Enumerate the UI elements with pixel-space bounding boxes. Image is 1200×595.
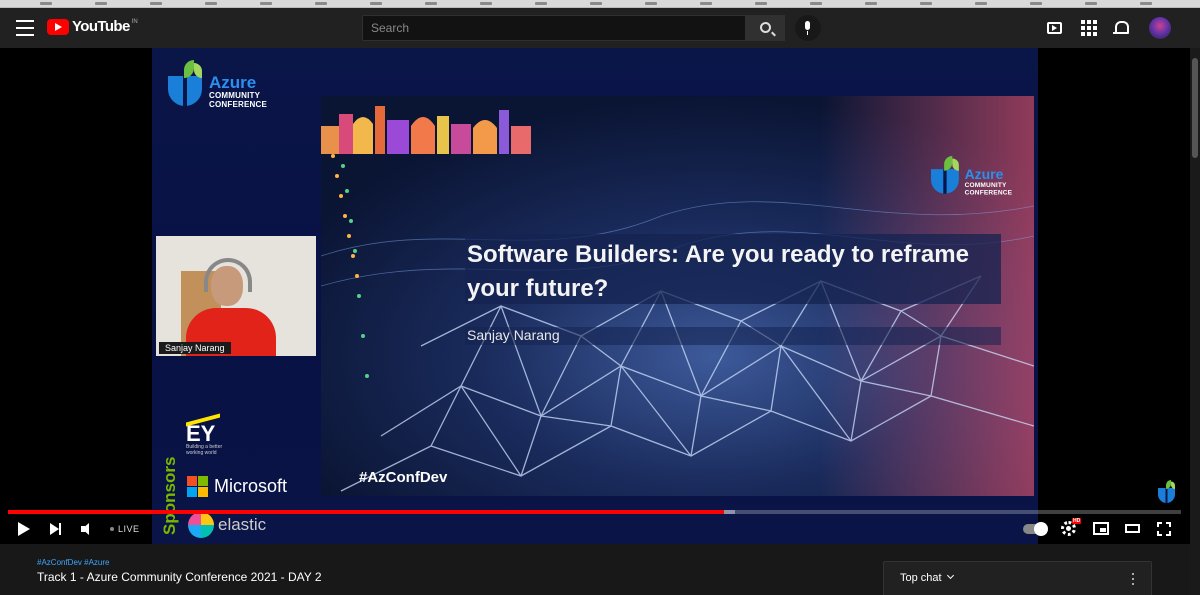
slide-hashtag: #AzConfDev <box>359 469 448 486</box>
speaker-camera: Sanjay Narang <box>156 236 316 356</box>
top-chat-dropdown[interactable]: Top chat <box>900 571 954 584</box>
hd-badge: HD <box>1072 518 1082 524</box>
logo-text: YouTube <box>72 18 130 35</box>
apps-icon[interactable] <box>1081 20 1097 36</box>
search-input[interactable]: Search <box>362 15 746 41</box>
sponsor-microsoft: Microsoft <box>187 476 287 497</box>
avatar[interactable] <box>1149 17 1171 39</box>
sponsor-elastic: elastic <box>188 512 266 538</box>
top-chat-label: Top chat <box>900 572 942 584</box>
live-indicator[interactable]: LIVE <box>110 524 140 534</box>
masthead: YouTube IN Search <box>0 8 1200 48</box>
headphones-icon <box>204 258 252 292</box>
sponsors-label: Sponsors <box>160 457 180 535</box>
elastic-logo-icon <box>188 512 214 538</box>
conference-logo-line2: CONFERENCE <box>209 100 268 109</box>
slide-logo-title: Azure <box>964 166 1004 183</box>
autoplay-toggle[interactable] <box>1023 522 1048 536</box>
mic-icon[interactable] <box>795 15 821 41</box>
miniplayer-icon[interactable] <box>1093 522 1109 535</box>
skyline-illustration <box>321 106 531 154</box>
slide-logo-line1: COMMUNITY <box>964 181 1007 189</box>
progress-played <box>8 510 724 514</box>
youtube-logo[interactable]: YouTube IN <box>47 19 138 35</box>
speaker-name-label: Sanjay Narang <box>159 342 231 354</box>
slide-logo-line2: CONFERENCE <box>964 188 1013 197</box>
conference-logo-title: Azure <box>209 73 257 92</box>
youtube-play-icon <box>47 19 69 35</box>
scrollbar-thumb[interactable] <box>1192 58 1198 158</box>
search-button[interactable] <box>745 15 785 41</box>
live-chat-header: Top chat <box>883 561 1152 595</box>
theater-icon[interactable] <box>1125 524 1140 533</box>
fullscreen-icon[interactable] <box>1157 522 1171 536</box>
sponsor-ey-tagline: Building a better working world <box>186 444 223 456</box>
bookmarks-bar <box>0 0 1200 8</box>
conference-logo: Azure COMMUNITY CONFERENCE <box>168 60 267 109</box>
video-player[interactable]: Azure COMMUNITY CONFERENCE Azure COMMUNI… <box>0 48 1190 544</box>
slide-conference-logo: Azure COMMUNITY CONFERENCE <box>931 156 1012 196</box>
slide-logo-icon <box>931 156 961 194</box>
bell-icon[interactable] <box>1113 20 1129 36</box>
sponsor-microsoft-name: Microsoft <box>214 476 288 496</box>
video-info: #AzConfDev #Azure Track 1 - Azure Commun… <box>0 544 1190 595</box>
menu-icon[interactable] <box>16 20 34 36</box>
slide-author: Sanjay Narang <box>465 327 1001 345</box>
video-hashtags[interactable]: #AzConfDev #Azure <box>37 558 109 567</box>
progress-bar[interactable] <box>8 510 1181 514</box>
microsoft-logo-icon <box>187 476 208 497</box>
chevron-down-icon <box>946 571 954 580</box>
create-video-icon[interactable] <box>1047 22 1062 34</box>
slide-title: Software Builders: Are you ready to refr… <box>465 234 1001 304</box>
page-scrollbar[interactable] <box>1190 48 1200 595</box>
next-icon[interactable] <box>50 523 62 535</box>
play-icon[interactable] <box>18 522 30 536</box>
video-title: Track 1 - Azure Community Conference 202… <box>37 570 322 584</box>
country-code: IN <box>131 19 138 25</box>
sponsor-elastic-name: elastic <box>218 515 267 534</box>
presentation-slide: Azure COMMUNITY CONFERENCE Software Buil… <box>321 96 1034 496</box>
sponsor-ey-name: EY <box>186 421 216 446</box>
more-options-icon[interactable] <box>1132 573 1135 585</box>
conference-logo-line1: COMMUNITY <box>209 91 261 100</box>
volume-icon[interactable] <box>81 523 95 535</box>
conference-logo-icon <box>168 60 204 106</box>
search-icon <box>760 22 771 33</box>
sponsor-ey: EY Building a better working world <box>186 413 236 456</box>
corner-watermark-logo <box>1158 480 1176 503</box>
